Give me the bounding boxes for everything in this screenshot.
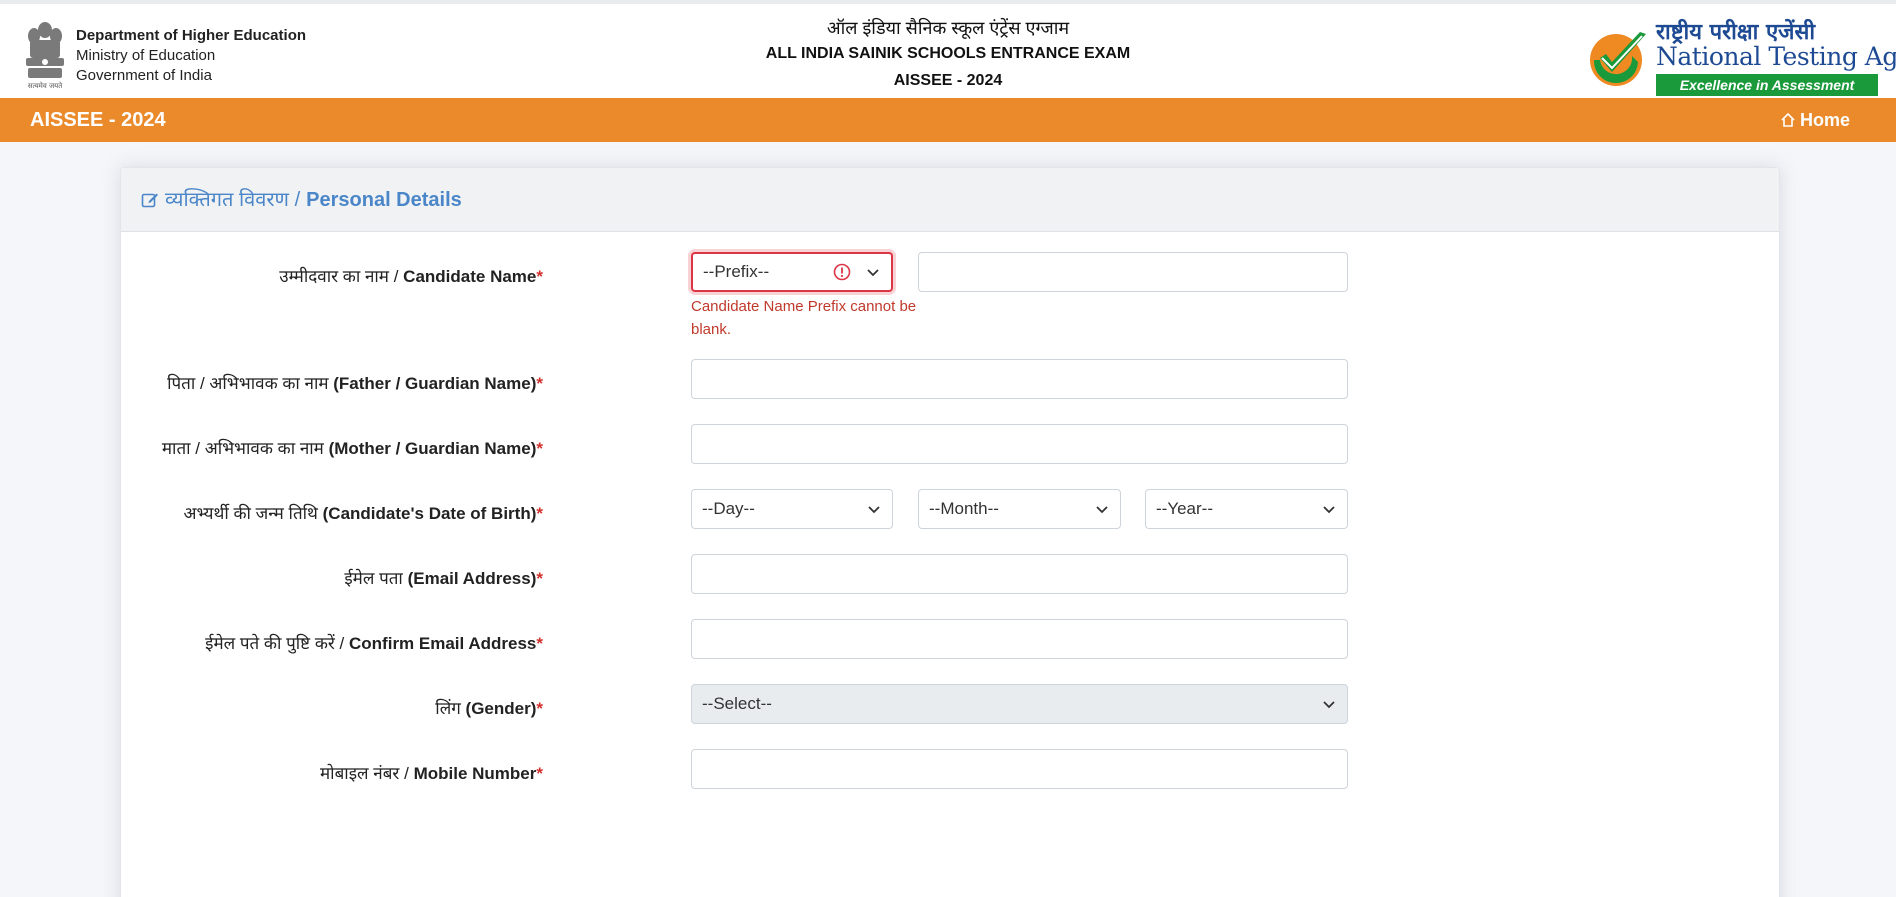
email-input[interactable] [691,554,1348,594]
home-icon [1781,112,1795,127]
required-asterisk: * [536,374,543,393]
name-prefix-value: --Prefix-- [703,262,770,281]
email-label: ईमेल पता (Email Address)* [344,566,543,589]
dob-label-en: (Candidate's Date of Birth) [322,504,537,523]
section-title-english: Personal Details [306,189,462,211]
candidate-name-label-hi: उम्मीदवार का नाम / [279,267,399,286]
name-prefix-select[interactable]: --Prefix-- [691,252,893,292]
confirm-email-label: ईमेल पते की पुष्टि करें / Confirm Email … [205,631,543,654]
personal-details-card: व्यक्तिगत विवरण / Personal Details उम्मी… [120,167,1780,897]
confirm-email-label-en: Confirm Email Address [349,634,537,653]
required-asterisk: * [536,699,543,718]
home-label: Home [1799,110,1850,130]
dob-month-value: --Month-- [929,499,999,518]
mobile-label-en: Mobile Number [413,764,537,783]
chevron-down-icon [1323,701,1335,709]
prefix-error-message: Candidate Name Prefix cannot be blank. [691,298,917,338]
mobile-label: मोबाइल नंबर / Mobile Number* [320,761,543,784]
confirm-email-input[interactable] [691,619,1348,659]
nta-tagline: Excellence in Assessment [1656,74,1878,96]
top-navbar: AISSEE - 2024 Home [0,98,1896,142]
mother-name-label: माता / अभिभावक का नाम (Mother / Guardian… [162,436,543,459]
candidate-name-input[interactable] [918,252,1348,292]
dob-year-value: --Year-- [1156,499,1213,518]
gender-select[interactable]: --Select-- [691,684,1348,724]
chevron-down-icon [1323,506,1335,514]
card-header: व्यक्तिगत विवरण / Personal Details [121,168,1779,232]
dob-year-select[interactable]: --Year-- [1145,489,1348,529]
gender-label: लिंग (Gender)* [435,696,543,719]
required-asterisk: * [536,634,543,653]
navbar-brand[interactable]: AISSEE - 2024 [30,98,166,142]
site-header: सत्यमेव जयते Department of Higher Educat… [0,0,1896,98]
email-label-hi: ईमेल पता [344,569,403,588]
mobile-label-hi: मोबाइल नंबर / [320,764,409,783]
confirm-email-label-hi: ईमेल पते की पुष्टि करें / [205,634,345,653]
mother-name-input[interactable] [691,424,1348,464]
candidate-name-label: उम्मीदवार का नाम / Candidate Name* [279,264,543,287]
nta-logo: राष्ट्रीय परीक्षा एजेंसी National Testin… [1586,16,1896,96]
chevron-down-icon [867,269,879,277]
required-asterisk: * [536,504,543,523]
dob-label: अभ्यर्थी की जन्म तिथि (Candidate's Date … [184,501,543,524]
nta-name-english: National Testing Agency [1656,42,1896,71]
father-name-label-en: (Father / Guardian Name) [333,374,537,393]
gender-label-hi: लिंग [435,699,461,718]
mother-name-label-hi: माता / अभिभावक का नाम [161,439,324,458]
edit-icon [141,193,158,208]
gender-value: --Select-- [702,694,772,713]
father-name-input[interactable] [691,359,1348,399]
required-asterisk: * [536,439,543,458]
dob-label-hi: अभ्यर्थी की जन्म तिथि [183,504,318,523]
section-title-hindi: व्यक्तिगत विवरण / [165,189,301,211]
father-name-label: पिता / अभिभावक का नाम (Father / Guardian… [167,371,543,394]
dob-day-value: --Day-- [702,499,755,518]
dob-day-select[interactable]: --Day-- [691,489,893,529]
error-icon [833,263,851,281]
required-asterisk: * [536,267,543,286]
father-name-label-hi: पिता / अभिभावक का नाम [167,374,329,393]
email-label-en: (Email Address) [407,569,537,588]
mother-name-label-en: (Mother / Guardian Name) [328,439,537,458]
home-link[interactable]: Home [1780,98,1850,142]
chevron-down-icon [1096,506,1108,514]
required-asterisk: * [536,569,543,588]
section-title: व्यक्तिगत विवरण / Personal Details [141,168,462,232]
gender-label-en: (Gender) [465,699,537,718]
mobile-input[interactable] [691,749,1348,789]
candidate-name-label-en: Candidate Name [403,267,537,286]
chevron-down-icon [868,506,880,514]
nta-checkmark-icon [1590,32,1646,86]
required-asterisk: * [536,764,543,783]
dob-month-select[interactable]: --Month-- [918,489,1121,529]
